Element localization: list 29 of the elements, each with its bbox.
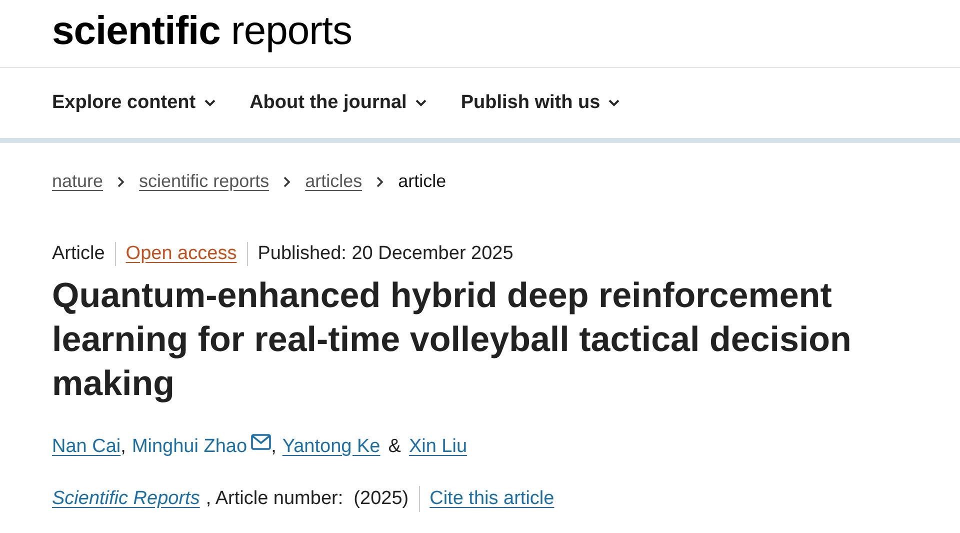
breadcrumb-link[interactable]: scientific reports [139,171,270,192]
chevron-down-icon [204,99,216,107]
breadcrumb-current: article [398,171,446,192]
article-type: Article [52,243,105,265]
nav-menu-button[interactable]: Publish with us [460,92,620,114]
author-link[interactable]: Yantong Ke [282,436,380,458]
author-link[interactable]: Xin Liu [408,436,468,458]
author-separator: , [120,436,126,458]
article-title: Quantum-enhanced hybrid deep reinforcement learning for real-time volleyball tactical decision making [52,275,852,405]
breadcrumb-link[interactable]: nature [52,171,104,192]
chevron-right-icon [283,176,292,188]
email-icon[interactable] [251,434,272,450]
chevron-right-icon [376,176,384,188]
nav-menu-button[interactable]: About the journal [250,92,427,114]
journal-logo[interactable]: scientific reports [52,9,352,58]
article-number: , Article number: (2025) [206,488,409,510]
author-separator: , [271,436,276,458]
chevron-down-icon [608,99,620,107]
author-link[interactable]: Minghui Zhao [132,434,272,458]
chevron-down-icon [414,99,427,107]
author-link[interactable]: Nan Cai [52,436,121,458]
open-access-link[interactable]: Open access [126,243,237,265]
nav-menu-button[interactable]: Explore content [52,92,216,114]
breadcrumb-link[interactable]: articles [305,171,362,192]
chevron-right-icon [117,176,126,188]
published-date: Published: 20 December 2025 [258,243,514,265]
cite-link[interactable]: Cite this article [430,488,554,510]
journal-link[interactable]: Scientific Reports [52,488,200,510]
author-separator: & [388,436,401,458]
